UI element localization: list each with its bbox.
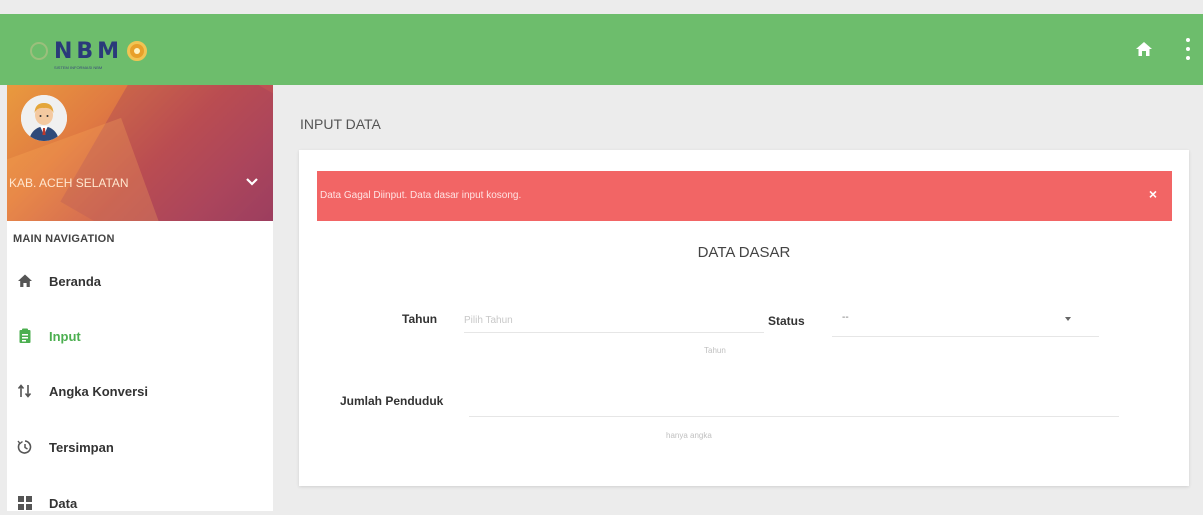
status-selected-value: --	[842, 312, 849, 323]
sidebar-item-label: Beranda	[49, 273, 102, 289]
sidebar-item-angka-konversi[interactable]: Angka Konversi	[17, 379, 148, 403]
jumlah-penduduk-label: Jumlah Penduduk	[340, 394, 444, 408]
section-title: DATA DASAR	[697, 244, 791, 261]
error-alert: Data Gagal Diinput. Data dasar input kos…	[317, 171, 1172, 221]
sidebar-item-label: Input	[49, 328, 81, 344]
nav-header: MAIN NAVIGATION	[13, 233, 115, 245]
sidebar-item-input[interactable]: Input	[17, 324, 81, 348]
status-label: Status	[768, 314, 805, 328]
jumlah-hint: hanya angka	[666, 431, 712, 440]
brand-logo[interactable]: NBM SISTEM INFORMASI NBM	[30, 36, 148, 70]
swap-icon	[17, 383, 33, 399]
grid-icon	[17, 495, 33, 511]
clipboard-icon	[17, 328, 33, 344]
jumlah-penduduk-input[interactable]	[469, 390, 1119, 417]
user-panel: KAB. ACEH SELATAN	[7, 85, 273, 221]
history-icon	[17, 439, 33, 455]
sidebar-item-beranda[interactable]: Beranda	[17, 269, 101, 293]
home-icon[interactable]	[1135, 40, 1153, 58]
tahun-input[interactable]	[464, 308, 764, 333]
emblem-icon	[30, 42, 48, 60]
sidebar: KAB. ACEH SELATAN MAIN NAVIGATION Berand…	[7, 85, 273, 511]
home-icon	[17, 273, 33, 289]
brand-name: NBM	[54, 38, 124, 64]
brand-subtitle: SISTEM INFORMASI NBM	[54, 64, 103, 70]
more-vert-icon[interactable]	[1185, 38, 1191, 60]
top-navbar: NBM SISTEM INFORMASI NBM	[0, 14, 1203, 85]
sidebar-item-label: Angka Konversi	[49, 383, 148, 399]
sidebar-item-data[interactable]: Data	[17, 491, 77, 515]
close-icon[interactable]: ×	[1149, 186, 1157, 202]
form-card: Data Gagal Diinput. Data dasar input kos…	[299, 150, 1189, 486]
sidebar-item-label: Tersimpan	[49, 439, 114, 455]
caret-down-icon	[1065, 317, 1071, 321]
page-title: INPUT DATA	[300, 116, 381, 132]
status-select[interactable]: --	[832, 302, 1099, 337]
sidebar-item-label: Data	[49, 495, 78, 511]
user-name: KAB. ACEH SELATAN	[9, 176, 129, 190]
tahun-label: Tahun	[402, 312, 438, 326]
avatar[interactable]	[21, 95, 67, 141]
badge-icon	[127, 41, 148, 61]
chevron-down-icon[interactable]	[245, 177, 259, 187]
tahun-hint: Tahun	[704, 346, 726, 355]
alert-message: Data Gagal Diinput. Data dasar input kos…	[320, 190, 522, 201]
sidebar-item-tersimpan[interactable]: Tersimpan	[17, 435, 114, 459]
